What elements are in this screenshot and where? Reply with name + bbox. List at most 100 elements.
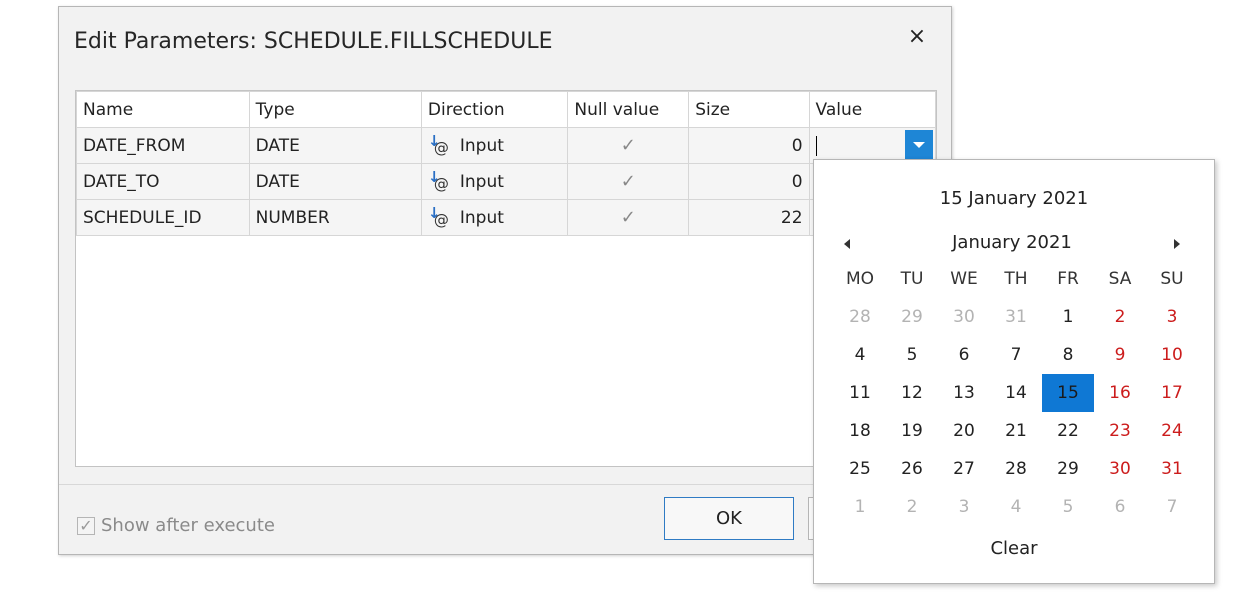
calendar-day-cell[interactable]: 3: [1146, 298, 1198, 336]
calendar-day-cell[interactable]: 20: [938, 412, 990, 450]
calendar-day-cell[interactable]: 31: [1146, 450, 1198, 488]
calendar-day-cell[interactable]: 6: [938, 336, 990, 374]
ok-button[interactable]: OK: [664, 497, 794, 540]
calendar-day-cell[interactable]: 7: [990, 336, 1042, 374]
input-direction-icon: ↓ @: [427, 203, 449, 229]
current-month-label[interactable]: January 2021: [834, 232, 1190, 253]
param-name-cell[interactable]: DATE_TO: [76, 163, 250, 200]
checkmark-icon[interactable]: ✓: [621, 171, 636, 192]
param-direction-cell[interactable]: ↓ @ Input: [420, 127, 569, 164]
column-header-size[interactable]: Size: [688, 91, 810, 128]
calendar-day-cell[interactable]: 19: [886, 412, 938, 450]
calendar-day-cell[interactable]: 8: [1042, 336, 1094, 374]
parameters-table: Name Type Direction Null value Size Valu…: [76, 91, 936, 236]
calendar-day-cell[interactable]: 23: [1094, 412, 1146, 450]
table-row[interactable]: DATE_FROM DATE ↓ @ Input ✓ 0: [76, 127, 936, 164]
calendar-day-cell[interactable]: 3: [938, 488, 990, 526]
calendar-day-cell[interactable]: 5: [1042, 488, 1094, 526]
calendar-day-cell[interactable]: 1: [834, 488, 886, 526]
column-header-direction[interactable]: Direction: [420, 91, 569, 128]
input-direction-icon: ↓ @: [427, 131, 449, 157]
weekday-header: TH: [1004, 269, 1028, 289]
weekday-header: SU: [1160, 269, 1184, 289]
calendar-day-cell[interactable]: 9: [1094, 336, 1146, 374]
param-name-cell[interactable]: DATE_FROM: [76, 127, 250, 164]
dialog-title: Edit Parameters: SCHEDULE.FILLSCHEDULE: [74, 29, 553, 54]
parameters-grid: Name Type Direction Null value Size Valu…: [75, 90, 937, 467]
text-caret: [815, 136, 817, 156]
calendar-day-cell[interactable]: 4: [834, 336, 886, 374]
calendar-day-cell[interactable]: 29: [886, 298, 938, 336]
selected-day-cell[interactable]: 15: [1042, 374, 1094, 412]
calendar-day-cell[interactable]: 31: [990, 298, 1042, 336]
checkmark-icon: ✓: [79, 515, 93, 535]
null-value-cell[interactable]: ✓: [567, 163, 690, 200]
calendar-day-cell[interactable]: 28: [990, 450, 1042, 488]
close-icon[interactable]: ×: [905, 25, 929, 49]
param-type-cell[interactable]: NUMBER: [248, 199, 422, 236]
dropdown-arrow-button[interactable]: [905, 130, 933, 160]
show-after-execute-option[interactable]: ✓ Show after execute: [77, 515, 275, 536]
weekday-header: SA: [1108, 269, 1132, 289]
param-type-cell[interactable]: DATE: [248, 163, 422, 200]
param-direction-cell[interactable]: ↓ @ Input: [420, 199, 569, 236]
calendar-day-cell[interactable]: 13: [938, 374, 990, 412]
calendar-day-cell[interactable]: 22: [1042, 412, 1094, 450]
param-size-cell[interactable]: 22: [688, 199, 810, 236]
calendar-day-cell[interactable]: 30: [1094, 450, 1146, 488]
null-value-cell[interactable]: ✓: [567, 199, 690, 236]
calendar-day-grid: MO TU WE TH FR SA SU 28 29 30 31 1 2 3 4 5 6 7 8 9 10 11 12 13 1…: [834, 260, 1198, 526]
direction-label: Input: [459, 171, 504, 192]
calendar-day-cell[interactable]: 12: [886, 374, 938, 412]
calendar-day-cell[interactable]: 26: [886, 450, 938, 488]
next-month-icon[interactable]: [1170, 234, 1186, 254]
calendar-day-cell[interactable]: 2: [886, 488, 938, 526]
calendar-day-cell[interactable]: 17: [1146, 374, 1198, 412]
prev-month-icon[interactable]: [840, 234, 856, 254]
param-direction-cell[interactable]: ↓ @ Input: [420, 163, 569, 200]
null-value-cell[interactable]: ✓: [567, 127, 690, 164]
direction-label: Input: [459, 207, 504, 228]
table-row[interactable]: DATE_TO DATE ↓ @ Input ✓ 0: [76, 163, 936, 200]
calendar-day-cell[interactable]: 29: [1042, 450, 1094, 488]
calendar-day-cell[interactable]: 21: [990, 412, 1042, 450]
grid-header-row: Name Type Direction Null value Size Valu…: [76, 91, 936, 128]
param-size-cell[interactable]: 0: [688, 127, 810, 164]
calendar-day-cell[interactable]: 28: [834, 298, 886, 336]
calendar-day-cell[interactable]: 27: [938, 450, 990, 488]
column-header-null-value[interactable]: Null value: [567, 91, 690, 128]
param-size-cell[interactable]: 0: [688, 163, 810, 200]
calendar-day-cell[interactable]: 6: [1094, 488, 1146, 526]
calendar-day-cell[interactable]: 24: [1146, 412, 1198, 450]
calendar-day-cell[interactable]: 14: [990, 374, 1042, 412]
column-header-name[interactable]: Name: [76, 91, 250, 128]
clear-button[interactable]: Clear: [814, 538, 1214, 559]
calendar-day-cell[interactable]: 1: [1042, 298, 1094, 336]
param-name-cell[interactable]: SCHEDULE_ID: [76, 199, 250, 236]
calendar-day-cell[interactable]: 16: [1094, 374, 1146, 412]
calendar-day-cell[interactable]: 30: [938, 298, 990, 336]
table-row[interactable]: SCHEDULE_ID NUMBER ↓ @ Input ✓ 22: [76, 199, 936, 236]
weekday-header: FR: [1057, 269, 1079, 289]
calendar-day-cell[interactable]: 5: [886, 336, 938, 374]
show-after-execute-checkbox[interactable]: ✓: [77, 515, 95, 535]
calendar-day-cell[interactable]: 11: [834, 374, 886, 412]
input-direction-icon: ↓ @: [427, 167, 449, 193]
checkmark-icon[interactable]: ✓: [621, 135, 636, 156]
calendar-day-cell[interactable]: 4: [990, 488, 1042, 526]
weekday-header: TU: [900, 269, 924, 289]
calendar-day-cell[interactable]: 7: [1146, 488, 1198, 526]
today-date-label[interactable]: 15 January 2021: [814, 188, 1214, 209]
param-type-cell[interactable]: DATE: [248, 127, 422, 164]
column-header-type[interactable]: Type: [248, 91, 422, 128]
weekday-header: MO: [845, 269, 875, 289]
direction-label: Input: [459, 135, 504, 156]
calendar-day-cell[interactable]: 18: [834, 412, 886, 450]
checkmark-icon[interactable]: ✓: [621, 207, 636, 228]
calendar-day-cell[interactable]: 25: [834, 450, 886, 488]
calendar-day-cell[interactable]: 10: [1146, 336, 1198, 374]
date-picker-popup: 15 January 2021 January 2021 MO TU WE TH FR S…: [813, 159, 1215, 584]
column-header-value[interactable]: Value: [808, 91, 936, 128]
calendar-day-cell[interactable]: 2: [1094, 298, 1146, 336]
weekday-header: WE: [950, 269, 978, 289]
